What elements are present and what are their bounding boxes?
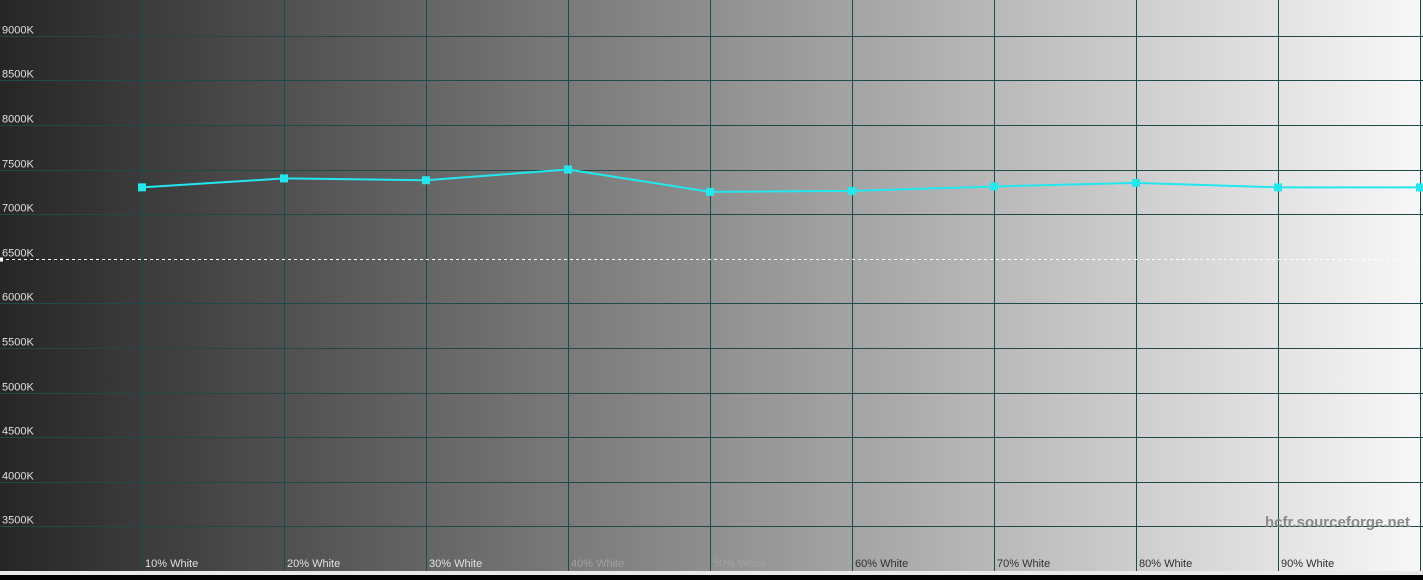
- cct-chart: 3500K 4000K 4500K 5000K 5500K 6000K 6500K 7000K…: [0, 0, 1423, 575]
- data-point: [564, 165, 572, 174]
- x-tick-label: 90% White: [1281, 558, 1334, 570]
- bottom-border: [0, 571, 1423, 575]
- x-tick-label: 80% White: [1139, 558, 1192, 570]
- y-tick-label: 7500K: [2, 159, 34, 171]
- y-tick-label: 6500K: [2, 248, 34, 260]
- data-point: [280, 174, 288, 183]
- x-axis-tick-labels: 10% White 20% White 30% White 40% White 50% …: [145, 558, 1334, 570]
- x-tick-label: 70% White: [997, 558, 1050, 570]
- y-tick-label: 4500K: [2, 426, 34, 438]
- y-tick-label: 4000K: [2, 471, 34, 483]
- data-point: [138, 183, 146, 192]
- x-tick-label: 30% White: [429, 558, 482, 570]
- x-tick-label: 40% White: [571, 558, 624, 570]
- x-tick-label: 10% White: [145, 558, 198, 570]
- data-point: [1416, 183, 1423, 192]
- y-tick-label: 8500K: [2, 69, 34, 81]
- x-tick-label: 60% White: [855, 558, 908, 570]
- y-tick-label: 6000K: [2, 292, 34, 304]
- y-tick-label: 5000K: [2, 382, 34, 394]
- data-point: [1274, 183, 1282, 192]
- y-tick-label: 9000K: [2, 25, 34, 37]
- watermark-text: hcfr.sourceforge.net: [1265, 514, 1410, 531]
- y-tick-label: 8000K: [2, 114, 34, 126]
- data-point: [848, 186, 856, 195]
- y-tick-label: 7000K: [2, 203, 34, 215]
- chart-container: 3500K 4000K 4500K 5000K 5500K 6000K 6500K 7000K…: [0, 0, 1423, 575]
- x-tick-label: 20% White: [287, 558, 340, 570]
- y-tick-label: 5500K: [2, 337, 34, 349]
- y-tick-label: 3500K: [2, 515, 34, 527]
- x-tick-label: 50% White: [713, 558, 766, 570]
- data-point: [706, 187, 714, 196]
- data-point: [990, 182, 998, 191]
- plot-background: [0, 0, 1423, 571]
- data-point: [1132, 178, 1140, 187]
- data-point: [422, 176, 430, 185]
